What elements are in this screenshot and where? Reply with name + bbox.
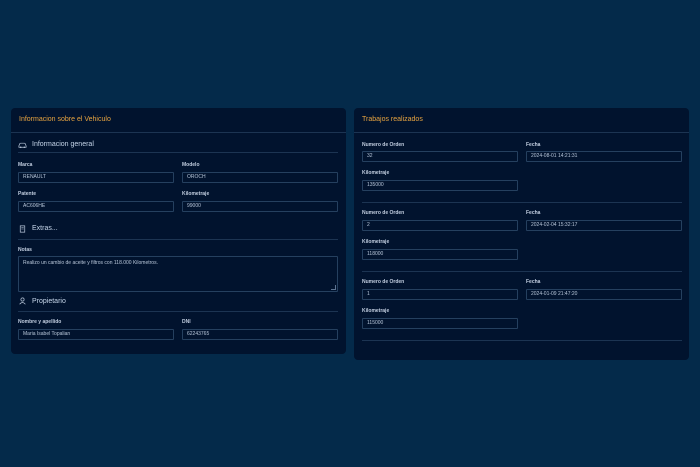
km-field[interactable]: 135000 — [362, 180, 518, 191]
resize-handle[interactable] — [331, 285, 336, 290]
divider — [18, 239, 338, 240]
order-field[interactable]: 1 — [362, 289, 518, 300]
date-label: Fecha — [526, 142, 541, 148]
dni-label: DNI — [182, 319, 191, 325]
km-field[interactable]: 115000 — [362, 318, 518, 329]
order-label: Numero de Orden — [362, 210, 405, 216]
order-field[interactable]: 32 — [362, 151, 518, 162]
date-field[interactable]: 2024-02-04 15:32:17 — [526, 220, 682, 231]
person-icon — [18, 297, 27, 305]
kilometraje-field[interactable]: 99000 — [182, 201, 338, 212]
vehicle-info-panel: Informacion sobre el Vehiculo Informacio… — [11, 108, 346, 354]
marca-label: Marca — [18, 162, 33, 168]
owner-section-title: Propietario — [32, 298, 66, 305]
dni-field[interactable]: 62243765 — [182, 329, 338, 340]
divider — [18, 152, 338, 153]
modelo-field[interactable]: OROCH — [182, 172, 338, 183]
km-label: Kilometraje — [362, 239, 390, 245]
divider — [18, 311, 338, 312]
patente-label: Patente — [18, 191, 37, 197]
date-label: Fecha — [526, 210, 541, 216]
general-section-title: Informacion general — [32, 141, 94, 148]
notas-label: Notas — [18, 247, 32, 253]
notas-text: Realizo un cambio de aceite y filtros co… — [23, 260, 158, 266]
notas-textarea[interactable]: Realizo un cambio de aceite y filtros co… — [18, 256, 338, 292]
km-field[interactable]: 118000 — [362, 249, 518, 260]
kilometraje-label: Kilometraje — [182, 191, 210, 197]
divider — [362, 202, 682, 203]
patente-field[interactable]: AC606HE — [18, 201, 174, 212]
vehicle-panel-title: Informacion sobre el Vehiculo — [19, 116, 111, 123]
divider — [11, 132, 346, 133]
km-label: Kilometraje — [362, 170, 390, 176]
date-label: Fecha — [526, 279, 541, 285]
extras-section-title: Extras... — [32, 225, 58, 232]
nombre-field[interactable]: Maria Isabel Topalian — [18, 329, 174, 340]
works-panel: Trabajos realizados Numero de Orden 32 F… — [354, 108, 689, 360]
works-panel-title: Trabajos realizados — [362, 116, 423, 123]
divider — [362, 271, 682, 272]
km-label: Kilometraje — [362, 308, 390, 314]
order-label: Numero de Orden — [362, 279, 405, 285]
document-icon — [18, 225, 27, 233]
car-icon — [18, 141, 27, 149]
divider — [354, 132, 689, 133]
date-field[interactable]: 2024-08-01 14:21:31 — [526, 151, 682, 162]
marca-field[interactable]: RENAULT — [18, 172, 174, 183]
nombre-label: Nombre y apellido — [18, 319, 62, 325]
modelo-label: Modelo — [182, 162, 200, 168]
order-label: Numero de Orden — [362, 142, 405, 148]
divider — [362, 340, 682, 341]
date-field[interactable]: 2024-01-09 21:47:20 — [526, 289, 682, 300]
order-field[interactable]: 2 — [362, 220, 518, 231]
